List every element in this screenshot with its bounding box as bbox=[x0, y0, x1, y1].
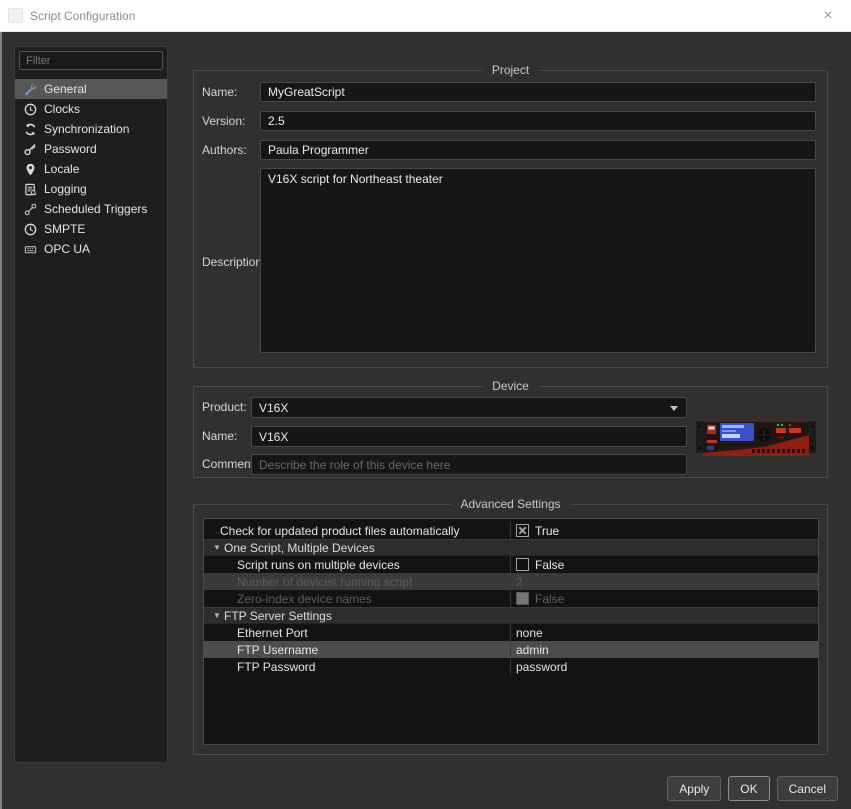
sidebar-item-label: SMPTE bbox=[44, 222, 85, 236]
sidebar-item-label: OPC UA bbox=[44, 242, 90, 256]
project-group: Project Name: Version: Authors: Descript… bbox=[193, 70, 828, 368]
sidebar-item-label: Logging bbox=[44, 182, 87, 196]
table-group-one-script[interactable]: ▼ One Script, Multiple Devices bbox=[204, 539, 818, 556]
checkbox-disabled-icon bbox=[516, 592, 529, 605]
table-row-ethernet-port[interactable]: Ethernet Port none bbox=[204, 624, 818, 641]
sidebar-item-label: Password bbox=[44, 142, 97, 156]
table-row-ftp-password[interactable]: FTP Password password bbox=[204, 658, 818, 675]
row-label: FTP Password bbox=[204, 658, 510, 675]
key-icon bbox=[23, 142, 37, 156]
window-left-edge bbox=[0, 32, 2, 809]
footer-buttons: Apply OK Cancel bbox=[667, 776, 838, 801]
smpte-clock-icon bbox=[23, 222, 37, 236]
table-row-check-updates[interactable]: Check for updated product files automati… bbox=[204, 522, 818, 539]
wrench-icon bbox=[23, 82, 37, 96]
checkbox-state-label: False bbox=[535, 558, 564, 572]
app-icon bbox=[8, 8, 23, 23]
row-label: Ethernet Port bbox=[204, 624, 510, 641]
sidebar-item-label: General bbox=[44, 82, 87, 96]
clock-icon bbox=[23, 102, 37, 116]
cancel-button[interactable]: Cancel bbox=[777, 776, 838, 801]
advanced-settings-group-title: Advanced Settings bbox=[450, 497, 570, 511]
project-name-input[interactable] bbox=[260, 82, 816, 102]
group-label: FTP Server Settings bbox=[224, 609, 332, 623]
sidebar-item-general[interactable]: General bbox=[15, 79, 167, 99]
dropdown-arrow-icon bbox=[670, 406, 678, 411]
group-label: One Script, Multiple Devices bbox=[224, 541, 375, 555]
sidebar-item-scheduled-triggers[interactable]: Scheduled Triggers bbox=[15, 199, 167, 219]
row-label: Check for updated product files automati… bbox=[204, 522, 510, 539]
row-value: admin bbox=[510, 641, 818, 658]
project-description-label: Description: bbox=[202, 255, 265, 269]
sidebar-item-label: Clocks bbox=[44, 102, 80, 116]
device-name-label: Name: bbox=[202, 429, 237, 443]
dialog-body: General Clocks Synchronization bbox=[0, 32, 851, 809]
row-label: Script runs on multiple devices bbox=[204, 556, 510, 573]
advanced-settings-group: Advanced Settings Check for updated prod… bbox=[193, 504, 828, 755]
opc-grid-icon bbox=[23, 242, 37, 256]
row-label: Zero-index device names bbox=[204, 590, 510, 607]
sidebar-item-logging[interactable]: Logging bbox=[15, 179, 167, 199]
table-row-ftp-username[interactable]: FTP Username admin bbox=[204, 641, 818, 658]
device-comment-label: Comment: bbox=[202, 457, 257, 471]
row-value: password bbox=[510, 658, 818, 675]
project-version-label: Version: bbox=[202, 114, 245, 128]
row-label: Number of devices running script bbox=[204, 573, 510, 590]
expander-icon[interactable]: ▼ bbox=[210, 543, 224, 552]
filter-input[interactable] bbox=[19, 51, 163, 70]
project-group-title: Project bbox=[482, 63, 539, 77]
sidebar-item-opc-ua[interactable]: OPC UA bbox=[15, 239, 167, 259]
row-label: FTP Username bbox=[204, 641, 510, 658]
device-product-label: Product: bbox=[202, 400, 247, 414]
project-name-label: Name: bbox=[202, 85, 237, 99]
device-product-value: V16X bbox=[259, 401, 288, 415]
row-value: none bbox=[510, 624, 818, 641]
sidebar-item-label: Scheduled Triggers bbox=[44, 202, 147, 216]
device-product-dropdown[interactable]: V16X bbox=[251, 397, 687, 418]
settings-sidebar: General Clocks Synchronization bbox=[14, 46, 168, 763]
row-value: 2 bbox=[510, 573, 818, 590]
device-name-input[interactable] bbox=[251, 426, 687, 447]
project-description-textarea[interactable]: V16X script for Northeast theater bbox=[260, 168, 816, 353]
device-group-title: Device bbox=[482, 379, 539, 393]
row-value: False bbox=[510, 556, 818, 573]
sidebar-item-clocks[interactable]: Clocks bbox=[15, 99, 167, 119]
device-group: Device Product: V16X Name: Comment: bbox=[193, 386, 828, 478]
checkbox-state-label: False bbox=[535, 592, 564, 606]
sidebar-item-synchronization[interactable]: Synchronization bbox=[15, 119, 167, 139]
checkbox-checked-icon[interactable] bbox=[516, 524, 529, 537]
table-row-zero-index[interactable]: Zero-index device names False bbox=[204, 590, 818, 607]
checkbox-unchecked-icon[interactable] bbox=[516, 558, 529, 571]
sidebar-item-smpte[interactable]: SMPTE bbox=[15, 219, 167, 239]
device-photo bbox=[694, 413, 818, 461]
close-icon[interactable]: × bbox=[817, 5, 839, 27]
sync-icon bbox=[23, 122, 37, 136]
map-pin-icon bbox=[23, 162, 37, 176]
row-value: False bbox=[510, 590, 818, 607]
table-row-device-count[interactable]: Number of devices running script 2 bbox=[204, 573, 818, 590]
project-authors-label: Authors: bbox=[202, 143, 247, 157]
checkbox-state-label: True bbox=[535, 524, 559, 538]
apply-button[interactable]: Apply bbox=[667, 776, 721, 801]
trigger-link-icon bbox=[23, 202, 37, 216]
script-configuration-dialog: Script Configuration × General Clocks bbox=[0, 0, 851, 809]
table-group-ftp-settings[interactable]: ▼ FTP Server Settings bbox=[204, 607, 818, 624]
sidebar-item-label: Locale bbox=[44, 162, 79, 176]
table-row-multiple-devices[interactable]: Script runs on multiple devices False bbox=[204, 556, 818, 573]
sidebar-item-locale[interactable]: Locale bbox=[15, 159, 167, 179]
device-comment-input[interactable] bbox=[251, 454, 687, 475]
sidebar-item-label: Synchronization bbox=[44, 122, 129, 136]
project-version-input[interactable] bbox=[260, 111, 816, 131]
row-value: True bbox=[510, 522, 818, 539]
sidebar-item-password[interactable]: Password bbox=[15, 139, 167, 159]
advanced-settings-table: Check for updated product files automati… bbox=[203, 518, 819, 745]
window-title: Script Configuration bbox=[30, 9, 135, 23]
expander-icon[interactable]: ▼ bbox=[210, 611, 224, 620]
log-icon bbox=[23, 182, 37, 196]
sidebar-nav: General Clocks Synchronization bbox=[15, 79, 167, 259]
titlebar: Script Configuration × bbox=[0, 0, 851, 32]
project-authors-input[interactable] bbox=[260, 140, 816, 160]
ok-button[interactable]: OK bbox=[728, 776, 769, 801]
